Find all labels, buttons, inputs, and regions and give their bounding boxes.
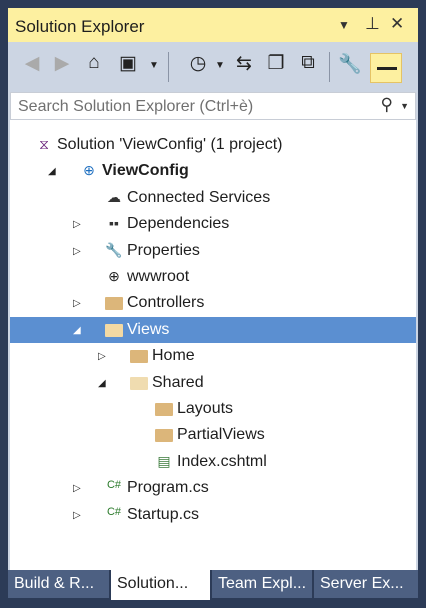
tree-item-label: Solution 'ViewConfig' (1 project)	[57, 136, 283, 153]
solution-tree: ⧖ Solution 'ViewConfig' (1 project) ◢ ⊕ View…	[10, 120, 416, 570]
dropdown-icon[interactable]: ▼	[208, 60, 232, 71]
tab[interactable]: Server Ex...	[314, 570, 418, 598]
tree-item[interactable]: Layouts	[10, 396, 416, 422]
tree-item[interactable]: ◢ Views	[10, 316, 416, 343]
dropdown-icon[interactable]: ▼	[142, 60, 166, 71]
expand-arrow-icon[interactable]: ▷	[73, 298, 81, 309]
web-project-icon: ⊕	[83, 162, 95, 179]
pending-changes-filter-icon[interactable]: ◷	[186, 52, 210, 75]
separator	[168, 52, 169, 82]
search-input[interactable]: Search Solution Explorer (Ctrl+è) ⚲ ▼	[10, 92, 416, 120]
folder-open-icon	[130, 376, 148, 390]
tab[interactable]: Team Expl...	[212, 570, 312, 598]
tree-item-label: Startup.cs	[127, 505, 200, 523]
collapse-arrow-icon[interactable]: ◢	[73, 325, 81, 336]
dropdown-icon[interactable]: ▼	[400, 101, 409, 111]
wrench-icon[interactable]: 🔧	[338, 52, 362, 76]
tab[interactable]: Build & R...	[8, 570, 109, 598]
tree-item-label: Connected Services	[127, 188, 271, 206]
tree-item[interactable]: ▷ Controllers	[10, 290, 416, 316]
tree-item-label: Views	[127, 320, 170, 338]
tree-item[interactable]: ▷ 🔧 Properties	[10, 238, 416, 264]
folder-icon	[155, 429, 173, 443]
home-icon[interactable]: ⌂	[82, 52, 106, 74]
expand-arrow-icon[interactable]: ▷	[73, 246, 81, 257]
tree-item[interactable]: ☁ Connected Services	[10, 185, 416, 211]
solution-icon: ⧖	[39, 136, 49, 152]
toolbar: ◀ ▶ ⌂ ▣ ▼ ◷ ▼ ⇆ ❐ ⧉ 🔧	[8, 42, 418, 90]
tree-item[interactable]: ⧖ Solution 'ViewConfig' (1 project)	[10, 132, 416, 158]
tab[interactable]: Solution...	[111, 570, 210, 600]
tab-strip: Build & R... Solution... Team Expl... Serve…	[8, 570, 418, 600]
window-title: Solution Explorer	[15, 17, 145, 36]
tree-item[interactable]: ◢ ⊕ ViewConfig	[10, 158, 416, 184]
sync-view-icon[interactable]: ▣	[116, 52, 140, 75]
tree-item[interactable]: ▤ Index.cshtml	[10, 449, 416, 475]
tree-item[interactable]: ⊕ wwwroot	[10, 264, 416, 290]
expand-arrow-icon[interactable]: ▷	[73, 510, 81, 521]
tree-item[interactable]: ▷ ▪▪ Dependencies	[10, 211, 416, 237]
cloud-icon: ☁	[107, 188, 121, 205]
tree-item-label: Properties	[127, 241, 200, 259]
tree-item-label: Shared	[152, 373, 204, 391]
search-icon[interactable]: ⚲	[381, 95, 393, 115]
expand-arrow-icon[interactable]: ▷	[73, 483, 81, 494]
close-icon[interactable]: ✕	[390, 14, 404, 34]
sync-icon[interactable]: ⇆	[232, 52, 256, 75]
collapse-arrow-icon[interactable]: ◢	[98, 378, 106, 389]
show-all-files-icon[interactable]: ⧉	[296, 52, 320, 74]
search-placeholder: Search Solution Explorer (Ctrl+è)	[18, 98, 254, 115]
tree-item-label: wwwroot	[127, 268, 190, 285]
tree-item-label: PartialViews	[177, 426, 265, 444]
tree-item[interactable]: ▷ C# Startup.cs	[10, 502, 416, 528]
dropdown-icon[interactable]: ▼	[338, 18, 350, 32]
tree-item[interactable]: ◢ Shared	[10, 370, 416, 396]
csharp-icon: C#	[106, 479, 122, 492]
preview-icon	[377, 67, 397, 70]
tree-item-label: Layouts	[177, 400, 234, 417]
solution-explorer-window: Solution Explorer ▼ ⊥ ✕ ◀ ▶ ⌂ ▣ ▼ ◷ ▼ ⇆ …	[8, 8, 418, 570]
folder-icon	[155, 403, 173, 416]
tree-item[interactable]: ▷ C# Program.cs	[10, 475, 416, 501]
folder-open-icon	[105, 323, 123, 337]
csharp-icon: C#	[106, 505, 122, 518]
pin-icon[interactable]: ⊥	[365, 14, 380, 34]
collapse-all-icon[interactable]: ❐	[264, 52, 288, 75]
globe-icon: ⊕	[108, 268, 120, 284]
tree-item-label: Index.cshtml	[177, 452, 267, 470]
tree-item-label: Controllers	[127, 294, 205, 312]
back-icon[interactable]: ◀	[20, 52, 44, 75]
folder-icon	[130, 350, 148, 364]
forward-icon[interactable]: ▶	[50, 52, 74, 75]
tree-item-label: Home	[152, 347, 195, 365]
wrench-icon: 🔧	[105, 241, 123, 258]
collapse-arrow-icon[interactable]: ◢	[48, 166, 56, 177]
folder-icon	[105, 297, 123, 311]
tree-item-label: Program.cs	[127, 479, 209, 497]
title-bar: Solution Explorer ▼ ⊥ ✕	[8, 8, 418, 42]
tree-item[interactable]: ▷ Home	[10, 343, 416, 369]
razor-file-icon: ▤	[157, 452, 171, 469]
expand-arrow-icon[interactable]: ▷	[73, 219, 81, 230]
dependencies-icon: ▪▪	[109, 215, 119, 232]
expand-arrow-icon[interactable]: ▷	[98, 351, 106, 362]
preview-selected-button[interactable]	[370, 53, 402, 83]
tree-item[interactable]: PartialViews	[10, 422, 416, 448]
tree-item-label: ViewConfig	[102, 162, 189, 180]
tree-item-label: Dependencies	[127, 215, 230, 233]
separator	[329, 52, 330, 82]
